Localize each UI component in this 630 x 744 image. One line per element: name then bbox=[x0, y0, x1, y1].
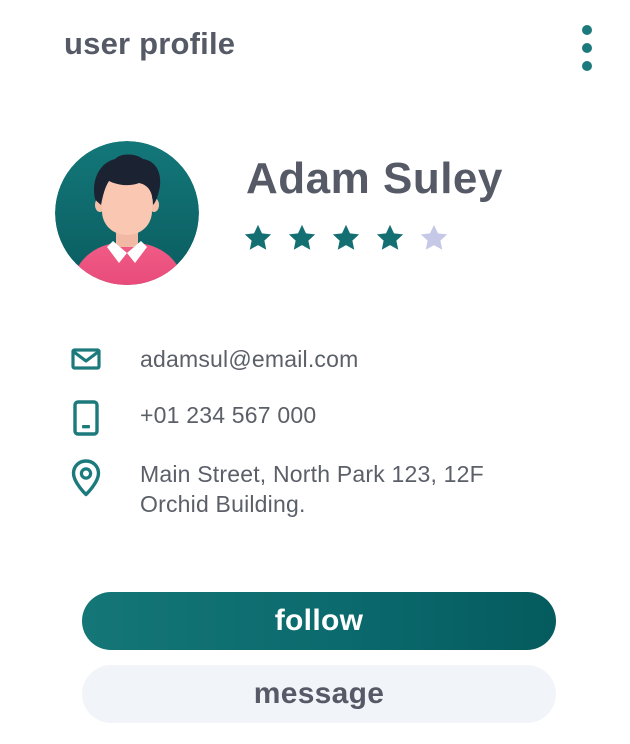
address-line-2: Orchid Building. bbox=[140, 491, 306, 517]
address-text: Main Street, North Park 123, 12F Orchid … bbox=[140, 459, 484, 519]
more-options-button[interactable] bbox=[572, 20, 602, 76]
mail-icon bbox=[64, 344, 108, 370]
star-empty-icon bbox=[419, 223, 449, 253]
phone-icon bbox=[64, 400, 108, 436]
star-filled-icon bbox=[287, 223, 317, 253]
user-name: Adam Suley bbox=[246, 154, 503, 203]
star-filled-icon bbox=[243, 223, 273, 253]
avatar bbox=[55, 141, 199, 285]
page-title: user profile bbox=[64, 26, 236, 61]
location-pin-icon bbox=[64, 459, 108, 497]
star-filled-icon bbox=[331, 223, 361, 253]
follow-button[interactable]: follow bbox=[82, 592, 556, 650]
avatar-illustration bbox=[55, 141, 199, 285]
phone-text[interactable]: +01 234 567 000 bbox=[140, 400, 316, 430]
more-vertical-icon bbox=[582, 25, 592, 35]
star-rating bbox=[243, 223, 449, 253]
address-line-1: Main Street, North Park 123, 12F bbox=[140, 461, 484, 487]
contact-phone-row: +01 234 567 000 bbox=[64, 400, 316, 436]
profile-card: user profile Adam Suley adamsul@email.co… bbox=[0, 0, 630, 744]
contact-address-row: Main Street, North Park 123, 12F Orchid … bbox=[64, 459, 484, 519]
message-button[interactable]: message bbox=[82, 665, 556, 723]
email-text[interactable]: adamsul@email.com bbox=[140, 344, 359, 374]
contact-email-row: adamsul@email.com bbox=[64, 344, 359, 374]
star-filled-icon bbox=[375, 223, 405, 253]
